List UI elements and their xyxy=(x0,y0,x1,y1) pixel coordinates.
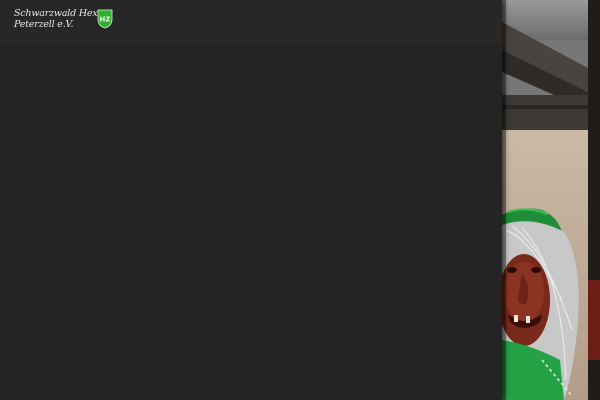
crest-icon: HZ xyxy=(97,9,113,29)
hero-image xyxy=(502,0,600,400)
site-logo-link[interactable]: Schwarzwald Hexen Peterzell e.V. HZ xyxy=(14,8,113,30)
crest-letters: HZ xyxy=(100,16,111,24)
page: Schwarzwald Hexen Peterzell e.V. HZ xyxy=(0,0,600,400)
logo-line-1: Schwarzwald Hexen xyxy=(14,8,109,19)
site-logo-text: Schwarzwald Hexen Peterzell e.V. xyxy=(14,8,109,30)
main-panel: Schwarzwald Hexen Peterzell e.V. HZ xyxy=(0,0,502,400)
header-bar: Schwarzwald Hexen Peterzell e.V. HZ xyxy=(0,0,502,44)
content-area xyxy=(0,44,502,400)
logo-line-2: Peterzell e.V. xyxy=(14,19,74,30)
